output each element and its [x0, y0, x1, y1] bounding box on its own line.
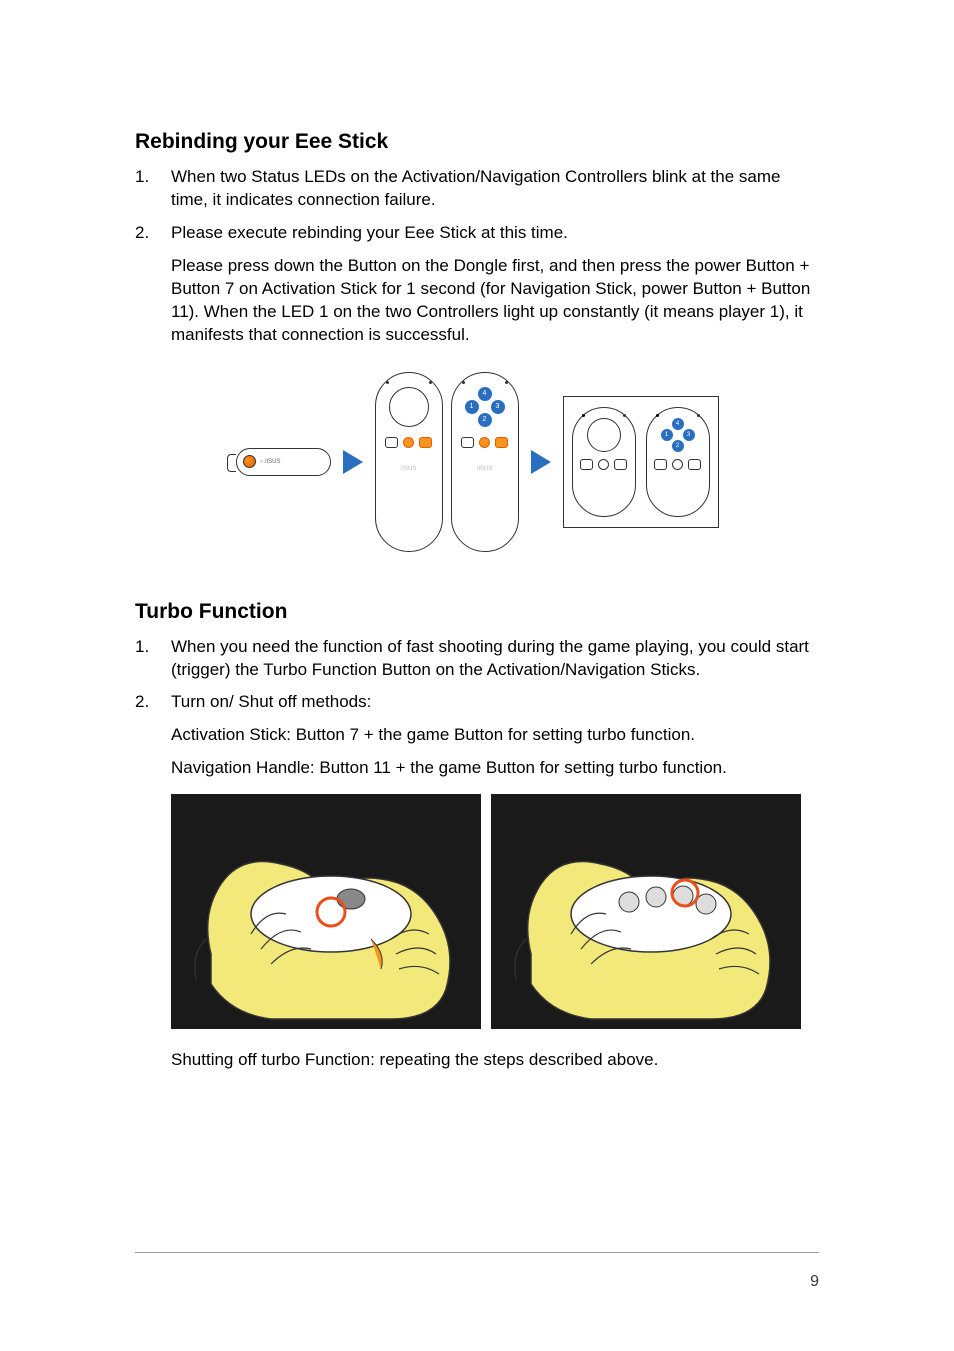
- footer-divider: [135, 1252, 819, 1253]
- controller-dpad: 4 2 1 3: [465, 387, 505, 427]
- list-text: When you need the function of fast shoot…: [171, 636, 819, 682]
- controller-small-button: [614, 459, 627, 470]
- dpad-left: 1: [661, 429, 673, 441]
- dpad-right: 3: [491, 400, 505, 414]
- list-text: Please execute rebinding your Eee Stick …: [171, 222, 819, 245]
- controller-small-button: [580, 459, 593, 470]
- dpad-down: 2: [478, 413, 492, 427]
- led-dot: [429, 381, 432, 384]
- controller-button-11: [495, 437, 508, 448]
- controller-button-row: [654, 459, 701, 470]
- controller-dpad: 4 2 1 3: [661, 418, 695, 452]
- controller-small-button: [688, 459, 701, 470]
- page-number: 9: [135, 1273, 819, 1291]
- list-subtext: Please press down the Button on the Dong…: [171, 255, 819, 347]
- controller-circle-button: [587, 418, 621, 452]
- led-dot-active: [656, 414, 659, 417]
- arrow-icon: [531, 450, 551, 474]
- list-number: 2.: [135, 691, 171, 714]
- list-text: Turn on/ Shut off methods:: [171, 691, 819, 714]
- controller-small-button: [385, 437, 398, 448]
- dpad-up: 4: [672, 418, 684, 430]
- list-subtext: Navigation Handle: Button 11 + the game …: [171, 757, 819, 780]
- navigation-controller: 4 2 1 3 /ISUS: [451, 372, 519, 552]
- list-item: 2. Please execute rebinding your Eee Sti…: [135, 222, 819, 245]
- controller-power-button: [598, 459, 609, 470]
- list-number: 1.: [135, 636, 171, 682]
- dpad-up: 4: [478, 387, 492, 401]
- controller-circle-button: [389, 387, 429, 427]
- list-number: 1.: [135, 166, 171, 212]
- led-dot: [462, 381, 465, 384]
- led-dot-active: [582, 414, 585, 417]
- navigation-controller-result: 4 2 1 3: [646, 407, 710, 517]
- list-subtext: Activation Stick: Button 7 + the game Bu…: [171, 724, 819, 747]
- controller-button-row: [385, 437, 432, 448]
- led-dot: [386, 381, 389, 384]
- arrow-icon: [343, 450, 363, 474]
- dongle-label: ○ /ISUS: [260, 459, 281, 465]
- turbo-diagram: [171, 794, 819, 1029]
- dpad-down: 2: [672, 440, 684, 452]
- dpad-right: 3: [683, 429, 695, 441]
- activation-controller-result: [572, 407, 636, 517]
- dongle-illustration: ○ /ISUS: [236, 448, 331, 476]
- hand-illustration: [491, 794, 801, 1029]
- closing-text: Shutting off turbo Function: repeating t…: [171, 1049, 819, 1072]
- controller-power-button: [403, 437, 414, 448]
- dongle-button: [243, 455, 256, 468]
- list-text: When two Status LEDs on the Activation/N…: [171, 166, 819, 212]
- led-dot: [623, 414, 626, 417]
- list-item: 2. Turn on/ Shut off methods:: [135, 691, 819, 714]
- dpad-left: 1: [465, 400, 479, 414]
- brand-label: /ISUS: [477, 466, 493, 473]
- controller-small-button: [654, 459, 667, 470]
- controller-power-button: [672, 459, 683, 470]
- controller-small-button: [461, 437, 474, 448]
- hand-panel-right: [491, 794, 801, 1029]
- led-dot: [505, 381, 508, 384]
- controller-power-button: [479, 437, 490, 448]
- brand-label: /ISUS: [401, 466, 417, 473]
- result-box: 4 2 1 3: [563, 396, 719, 528]
- list-number: 2.: [135, 222, 171, 245]
- rebinding-diagram: ○ /ISUS /ISUS 4 2 1 3 /ISUS: [135, 372, 819, 552]
- page-footer: 9: [135, 1252, 819, 1291]
- led-dot: [697, 414, 700, 417]
- activation-controller: /ISUS: [375, 372, 443, 552]
- controller-button-row: [461, 437, 508, 448]
- list-item: 1. When two Status LEDs on the Activatio…: [135, 166, 819, 212]
- hand-panel-left: [171, 794, 481, 1029]
- section-title-turbo: Turbo Function: [135, 600, 819, 624]
- list-item: 1. When you need the function of fast sh…: [135, 636, 819, 682]
- hand-illustration: [171, 794, 481, 1029]
- controller-button-7: [419, 437, 432, 448]
- section-title-rebinding: Rebinding your Eee Stick: [135, 130, 819, 154]
- controller-button-row: [580, 459, 627, 470]
